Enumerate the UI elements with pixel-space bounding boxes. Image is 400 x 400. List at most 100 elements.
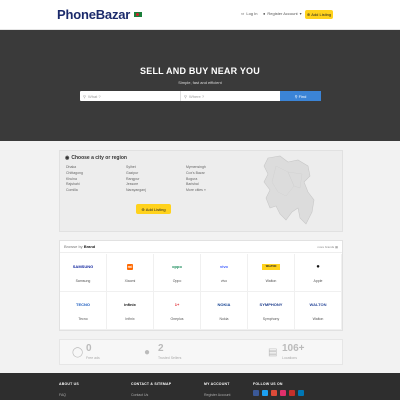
brand-name: Apple [313, 279, 323, 283]
brand-logo: mi [127, 264, 133, 270]
apple-glyph: ● [316, 264, 320, 270]
more-brands-label: more brands [317, 245, 335, 249]
social-icon[interactable] [253, 390, 259, 396]
footer-contact-column: CONTACT & SITEMAP Contact Us [131, 382, 171, 397]
brand-item[interactable]: 1+ Oneplus [154, 292, 201, 330]
where-search-input[interactable]: ⚲ Where ? [181, 91, 280, 101]
city-link[interactable]: Chittagong [66, 171, 83, 177]
brand-logo: SYMPHONY [259, 302, 283, 307]
stat-number: 106+ [282, 343, 305, 354]
city-column-2: Sylhet Gazipur Rangpur Jessore Narayanga… [126, 165, 146, 194]
grid-icon: ▦ [335, 245, 338, 249]
city-column-3: Mymensingh Cox's Bazar Bogura Barishal M… [186, 165, 206, 194]
city-link[interactable]: Cox's Bazar [186, 171, 206, 177]
hero-subtitle: Simple, fast and efficient [178, 80, 222, 85]
brand-item[interactable]: NOKIA Nokia [201, 292, 248, 330]
brand-name: Walton [265, 279, 277, 283]
brand-item[interactable]: infinix Infinix [107, 292, 154, 330]
more-cities-link[interactable]: More cities » [186, 188, 206, 194]
add-listing-button[interactable]: ⊕ Add Listing [305, 10, 333, 19]
bangladesh-flag-icon [134, 12, 142, 17]
where-placeholder: Where ? [188, 93, 205, 99]
stat-locations: ▤ 106+ Locations [256, 343, 344, 363]
brand-item[interactable]: mi Xiaomi [107, 254, 154, 292]
location-pin-icon: ◉ [65, 155, 70, 161]
brand-name: Samsung [75, 279, 91, 283]
footer-register-link[interactable]: Register Account [204, 393, 230, 397]
footer-faq-link[interactable]: FAQ [59, 393, 79, 397]
browse-by-brand-card: Browse by Brand more brands ▦ SAMSUNG Sam… [59, 240, 343, 331]
brand-name: Symphony [262, 317, 280, 321]
brand-item[interactable]: SAMSUNG Samsung [60, 254, 107, 292]
add-listing-label: Add Listing [145, 206, 166, 212]
footer-account-column: MY ACCOUNT Register Account [204, 382, 230, 397]
brand-item[interactable]: TECNO Tecno [60, 292, 107, 330]
map-icon: ▤ [268, 347, 278, 358]
register-link[interactable]: ● Register Account ▾ [263, 11, 302, 16]
login-link[interactable]: ⇨ Log In [241, 11, 257, 16]
social-icon[interactable] [298, 390, 304, 396]
city-link[interactable]: Narayanganj [126, 188, 146, 194]
hero-title: SELL AND BUY NEAR YOU [140, 66, 260, 76]
social-icon[interactable] [262, 390, 268, 396]
brand-item[interactable]: WALTON Walton [295, 292, 342, 330]
brand-logo: SAMSUNG [72, 264, 94, 269]
footer: ABOUT US FAQ CONTACT & SITEMAP Contact U… [0, 373, 400, 400]
plus-circle-icon: ⊕ [306, 12, 311, 17]
user-icon: ● [263, 11, 266, 16]
stat-number: 0 [86, 343, 92, 354]
search-bar: ⚲ What ? ⚲ Where ? ⚲ Find [80, 91, 321, 101]
brand-name: Nokia [219, 317, 229, 321]
find-button[interactable]: ⚲ Find [280, 91, 321, 101]
stat-label: Free ads [86, 356, 100, 360]
footer-follow-title: FOLLOW US ON [253, 382, 283, 386]
stat-label: Trusted Sellers [158, 356, 182, 360]
tag-icon: ◯ [72, 347, 84, 358]
brand-name: Xiaomi [124, 279, 136, 283]
footer-about-column: ABOUT US FAQ [59, 382, 79, 397]
find-label: Find [298, 93, 307, 99]
brand-logo: WALTON [262, 264, 280, 270]
page: PhoneBazar ⇨ Log In ● Register Account ▾… [0, 0, 400, 400]
city-title: ◉ Choose a city or region [65, 155, 127, 161]
city-column-1: Dhaka Chittagong Khulna Rajshahi Comilla [66, 165, 83, 194]
brand-name: Tecno [78, 317, 88, 321]
location-pin-icon: ⚲ [184, 93, 187, 99]
brand-logo: NOKIA [217, 302, 231, 307]
city-add-listing-button[interactable]: ⊕ Add Listing [136, 204, 171, 214]
brand-item[interactable]: vivo vivo [201, 254, 248, 292]
brand-heading-prefix: Browse by [64, 244, 83, 249]
stats-bar: ◯ 0 Free ads ● 2 Trusted Sellers ▤ 106+ … [59, 339, 343, 365]
brand-item[interactable]: SYMPHONY Symphony [248, 292, 295, 330]
stat-label: Locations [282, 356, 297, 360]
social-icon[interactable] [280, 390, 286, 396]
footer-contact-link[interactable]: Contact Us [131, 393, 171, 397]
social-icon[interactable] [271, 390, 277, 396]
hero-section: SELL AND BUY NEAR YOU Simple, fast and e… [0, 30, 400, 141]
register-label: Register Account [267, 11, 298, 16]
social-icon[interactable] [289, 390, 295, 396]
chevron-down-icon: ▾ [299, 11, 302, 16]
plus-circle-icon: ⊕ [141, 206, 145, 212]
what-search-input[interactable]: ⚲ What ? [80, 91, 181, 101]
add-listing-label: Add Listing [311, 12, 332, 17]
brand-item[interactable]: ● Apple [295, 254, 342, 292]
brand-name: Oneplus [170, 317, 184, 321]
footer-contact-title: CONTACT & SITEMAP [131, 382, 172, 386]
brand-logo: oppo [172, 264, 182, 269]
header: PhoneBazar ⇨ Log In ● Register Account ▾… [0, 0, 400, 30]
brand-item[interactable]: oppo Oppo [154, 254, 201, 292]
social-icons [253, 390, 304, 396]
users-icon: ● [144, 347, 151, 358]
footer-follow-column: FOLLOW US ON [253, 382, 304, 396]
footer-about-title: ABOUT US [59, 382, 79, 386]
brand-name: Oppo [172, 279, 182, 283]
brand-item[interactable]: WALTON Walton [248, 254, 295, 292]
city-link[interactable]: Mymensingh [186, 165, 206, 171]
brand-logo: TECNO [76, 302, 90, 307]
login-icon: ⇨ [241, 11, 245, 16]
city-link[interactable]: Comilla [66, 188, 83, 194]
more-brands-link[interactable]: more brands ▦ [317, 245, 338, 249]
site-logo[interactable]: PhoneBazar [57, 7, 130, 22]
what-placeholder: What ? [87, 93, 101, 99]
